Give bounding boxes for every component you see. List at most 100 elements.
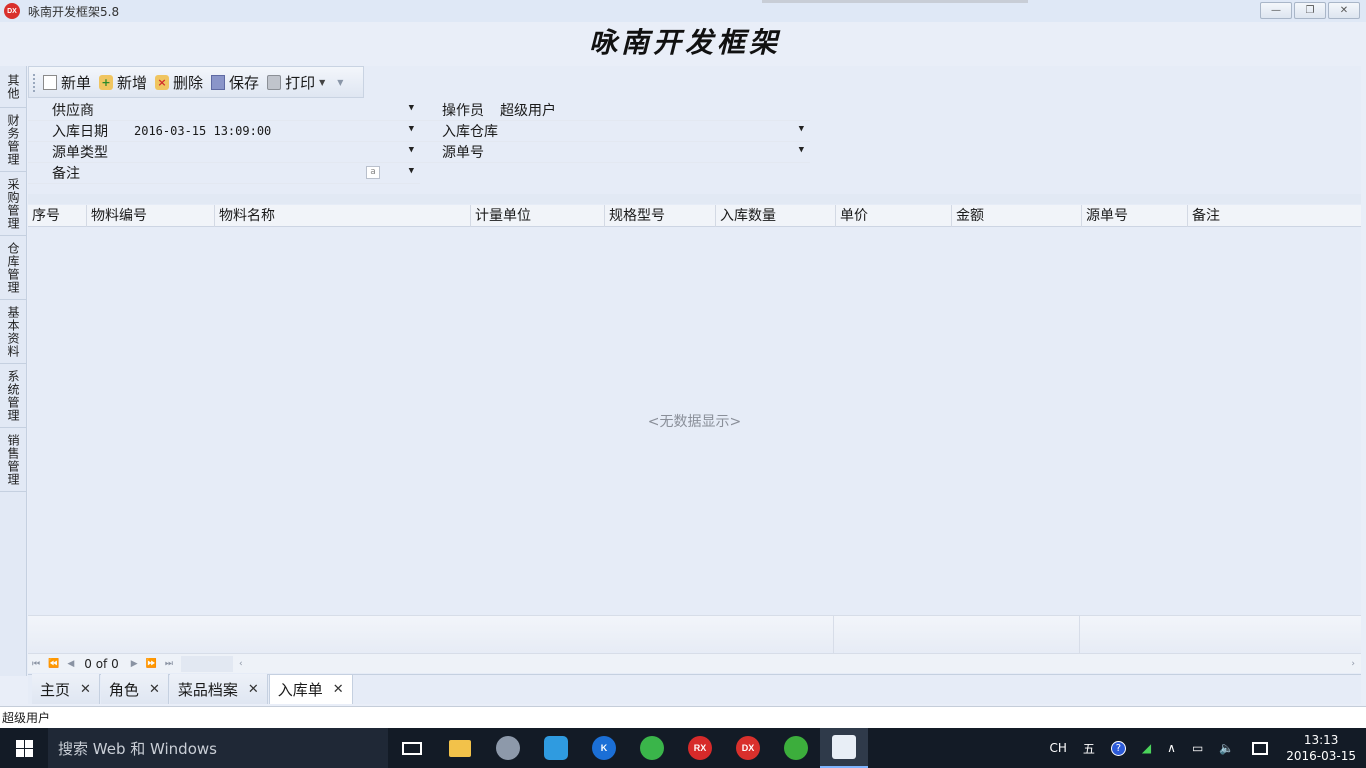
clock-date: 2016-03-15 (1286, 749, 1356, 763)
add-label: 新增 (117, 73, 148, 92)
language-indicator[interactable]: CH (1050, 741, 1067, 755)
help-icon[interactable]: ? (1110, 740, 1126, 756)
last-page-icon[interactable]: ⏭ (165, 659, 173, 669)
tab-dish-archive[interactable]: 菜品档案 ✕ (169, 674, 268, 704)
remark-label: 备注 (52, 166, 80, 182)
close-icon[interactable]: ✕ (248, 682, 259, 697)
taskbar-clock[interactable]: 13:13 2016-03-15 (1286, 732, 1356, 764)
chevron-down-icon[interactable]: ▼ (799, 124, 804, 134)
tab-label: 菜品档案 (177, 680, 238, 699)
prev-page-fast-icon[interactable]: ⏪ (48, 659, 59, 669)
in-date-field: 入库日期 2016-03-15 13:09:00 ▼ (28, 121, 420, 142)
print-button[interactable]: 打印 ▼ (267, 72, 325, 93)
sidebar-item-purchase[interactable]: 采购管理 (0, 172, 27, 236)
in-date-label: 入库日期 (52, 124, 108, 140)
delete-icon: × (155, 74, 170, 90)
tab-stock-in[interactable]: 入库单 ✕ (268, 674, 353, 704)
sidebar-item-system[interactable]: 系统管理 (0, 364, 27, 428)
delete-button[interactable]: × 删除 (155, 72, 203, 93)
sidebar-item-other[interactable]: 其他 (0, 66, 27, 108)
grid-col-unit[interactable]: 计量单位 (471, 205, 605, 227)
title-divider (762, 0, 1028, 3)
close-icon[interactable]: ✕ (80, 682, 91, 697)
grid-col-quantity[interactable]: 入库数量 (716, 205, 836, 227)
grid-col-spec[interactable]: 规格型号 (605, 205, 716, 227)
next-page-fast-icon[interactable]: ⏩ (146, 659, 157, 669)
wifi-app-button[interactable] (628, 728, 676, 768)
window-controls: — ❐ ✕ (1260, 2, 1360, 19)
snipping-tool-icon (496, 736, 520, 760)
delete-label: 删除 (173, 73, 204, 92)
minimize-button[interactable]: — (1260, 2, 1292, 19)
save-button[interactable]: 保存 (211, 72, 259, 93)
chevron-down-icon[interactable]: ▼ (409, 145, 414, 155)
grid-col-material-name[interactable]: 物料名称 (215, 205, 471, 227)
close-button[interactable]: ✕ (1328, 2, 1360, 19)
taskbar-search[interactable]: 搜索 Web 和 Windows (48, 728, 388, 768)
warehouse-select[interactable]: ▼ (500, 121, 810, 142)
start-button[interactable] (0, 728, 48, 768)
battery-icon[interactable]: ▭ (1192, 741, 1203, 755)
chevron-down-icon: ▼ (319, 77, 326, 87)
grid-pager: ⏮ ⏪ ◀ 0 of 0 ▶ ⏩ ⏭ ‹ › (28, 653, 1361, 673)
sidebar-item-warehouse[interactable]: 仓库管理 (0, 236, 27, 300)
grid-col-unit-price[interactable]: 单价 (836, 205, 952, 227)
sidebar-item-basic-data[interactable]: 基本资料 (0, 300, 27, 364)
task-view-button[interactable] (388, 728, 436, 768)
chevron-down-icon[interactable]: ▼ (409, 103, 414, 113)
supplier-select[interactable]: ▼ (134, 100, 420, 121)
grid-col-index[interactable]: 序号 (28, 205, 87, 227)
window-title: 咏南开发框架5.8 (28, 4, 120, 19)
ime-indicator[interactable]: 五 (1083, 740, 1095, 757)
app-banner-title: 咏南开发框架 (588, 26, 781, 59)
dx-app-button[interactable]: DX (724, 728, 772, 768)
restore-button[interactable]: ❐ (1294, 2, 1326, 19)
file-explorer-icon (449, 739, 471, 757)
snipping-tool-button[interactable] (484, 728, 532, 768)
rx-app-button[interactable]: RX (676, 728, 724, 768)
file-explorer-button[interactable] (436, 728, 484, 768)
grid-col-material-code[interactable]: 物料编号 (87, 205, 215, 227)
grid-body[interactable]: <无数据显示> (28, 227, 1361, 614)
sidebar-item-finance[interactable]: 财务管理 (0, 108, 27, 172)
grid-col-source-no[interactable]: 源单号 (1082, 205, 1188, 227)
source-no-select[interactable]: ▼ (500, 142, 810, 163)
app-logo-icon: DX (4, 3, 20, 19)
status-bar: 超级用户 (0, 706, 1366, 728)
tab-role[interactable]: 角色 ✕ (100, 674, 169, 704)
source-type-select[interactable]: ▼ (134, 142, 420, 163)
chevron-down-icon[interactable]: ▼ (409, 124, 414, 134)
grid-col-amount[interactable]: 金额 (952, 205, 1082, 227)
k-app-button[interactable]: K (580, 728, 628, 768)
tab-home[interactable]: 主页 ✕ (32, 674, 100, 704)
in-date-picker[interactable]: 2016-03-15 13:09:00 ▼ (134, 121, 420, 142)
source-no-label: 源单号 (442, 145, 484, 161)
framework-app-button[interactable] (820, 728, 868, 768)
sidebar-item-sales[interactable]: 销售管理 (0, 428, 27, 492)
first-page-icon[interactable]: ⏮ (32, 659, 40, 669)
scroll-right-icon[interactable]: › (1351, 659, 1355, 669)
new-doc-button[interactable]: 新单 (43, 72, 91, 93)
scroll-left-icon[interactable]: ‹ (239, 659, 243, 669)
grid-col-remark[interactable]: 备注 (1188, 205, 1361, 227)
horizontal-scrollbar-thumb[interactable] (180, 655, 233, 672)
close-icon[interactable]: ✕ (149, 682, 160, 697)
toolbar-grip[interactable] (33, 74, 35, 92)
chevron-down-icon[interactable]: ▼ (409, 166, 414, 176)
chevron-down-icon[interactable]: ▼ (799, 145, 804, 155)
print-icon (267, 74, 282, 90)
prev-page-icon[interactable]: ◀ (67, 659, 74, 669)
add-button[interactable]: + 新增 (99, 72, 147, 93)
network-icon[interactable]: ◢ (1142, 741, 1151, 755)
volume-muted-icon[interactable]: 🔈 (1219, 741, 1234, 755)
close-icon[interactable]: ✕ (333, 682, 344, 697)
bird-app-button[interactable] (532, 728, 580, 768)
sync-app-button[interactable] (772, 728, 820, 768)
chevron-up-icon[interactable]: ∧ (1167, 741, 1176, 755)
toolbar-overflow-icon[interactable]: ▼ (337, 78, 343, 87)
notification-icon[interactable] (1252, 741, 1269, 755)
system-tray: CH 五 ? ◢ ∧ ▭ 🔈 13:13 2016-03-15 (1042, 728, 1366, 768)
remark-input[interactable]: a ▼ (134, 163, 420, 184)
text-edit-icon[interactable]: a (366, 165, 380, 179)
next-page-icon[interactable]: ▶ (131, 659, 138, 669)
